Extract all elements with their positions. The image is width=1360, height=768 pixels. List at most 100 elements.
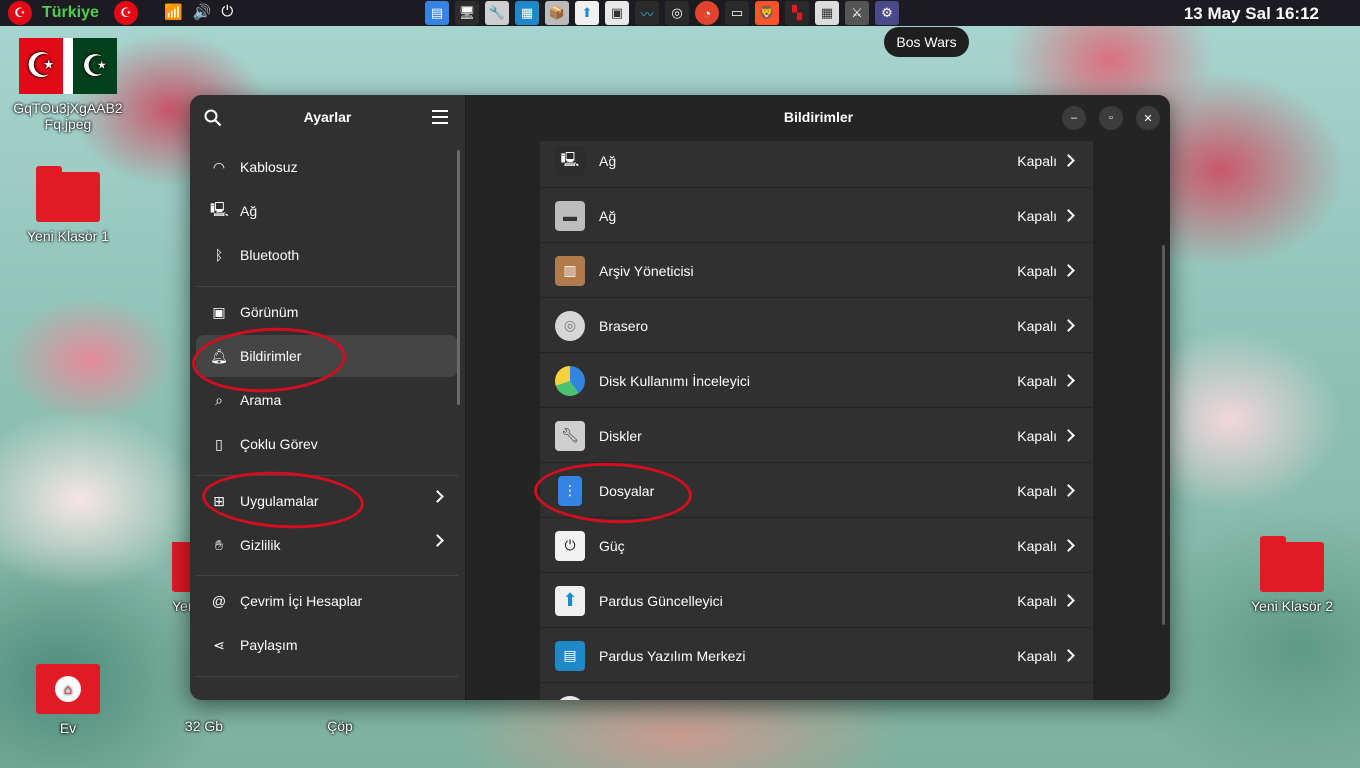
software-center-icon[interactable]: ▦ — [515, 1, 539, 25]
clock[interactable]: 13 May Sal 16:12 — [1184, 4, 1319, 24]
sidebar-item-label: Görünüm — [240, 304, 299, 320]
chevron-right-icon — [1062, 154, 1075, 167]
desktop-drive[interactable]: 32 Gb — [162, 700, 246, 734]
sidebar-item-gizlilik[interactable]: ✋︎ Gizlilik — [196, 524, 458, 566]
list-item[interactable]: ▤ Pardus Yazılım Merkezi Kapalı — [540, 629, 1093, 683]
desktop-item-label: Yeni Klasör 1 — [27, 228, 109, 244]
software-center-icon: ▤ — [555, 640, 585, 671]
share-icon: ⋖ — [213, 636, 225, 653]
desktop-item-label: GqTOu3jXgAAB2 Fq.jpeg — [13, 100, 123, 132]
files-app-icon[interactable]: ▤ — [425, 1, 449, 25]
sidebar-item-label: Paylaşım — [240, 637, 298, 653]
sidebar-item-paylasim[interactable]: ⋖ Paylaşım — [196, 624, 458, 666]
sidebar-item-coklu-gorev[interactable]: ▯ Çoklu Görev — [196, 423, 458, 465]
sidebar-divider — [196, 676, 458, 677]
hand-icon: ✋︎ — [215, 536, 223, 553]
list-item[interactable]: ⬆ Pardus Güncelleyici Kapalı — [540, 574, 1093, 628]
desktop-item-label: Çöp — [327, 718, 353, 734]
sidebar-header: Ayarlar — [190, 95, 465, 141]
sidebar-scrollbar[interactable] — [457, 150, 460, 405]
bos-wars-icon[interactable]: ⚔ — [845, 1, 869, 25]
desktop-file-jpeg[interactable]: ☪ ☪ GqTOu3jXgAAB2 Fq.jpeg — [8, 38, 128, 132]
main-header: Bildirimler ‒ ▫ ✕ — [466, 95, 1170, 141]
sidebar-item-label: Çoklu Görev — [240, 436, 318, 452]
chevron-right-icon — [1062, 484, 1075, 497]
maximize-button[interactable]: ▫ — [1099, 106, 1123, 130]
wifi-icon: ◠ — [212, 158, 226, 175]
at-icon: @ — [211, 593, 227, 609]
image-thumbnail: ☪ ☪ — [19, 38, 117, 94]
brave-browser-icon[interactable]: 🦁 — [755, 1, 779, 25]
updater-icon[interactable]: ⬆ — [575, 1, 599, 25]
chevron-right-icon — [1062, 649, 1075, 662]
home-folder-icon: ⌂ — [36, 664, 100, 714]
desktop-trash[interactable]: Çöp — [305, 700, 375, 734]
network-app-icon: ▬ — [555, 200, 585, 231]
app-launcher-bar: ▤ 🖥 🔧 ▦ 📦 ⬆ ▣ 〰 ◎ ◔ ▭ 🦁 ▚ ▦ ⚔ ⚙ — [425, 0, 899, 26]
top-panel: ☪ Türkiye ☪ 📶 🔊 ⏻ ▤ 🖥 🔧 ▦ 📦 ⬆ ▣ 〰 ◎ ◔ ▭ … — [0, 0, 1360, 26]
sidebar-item-gorunum[interactable]: ▣ Görünüm — [196, 291, 458, 333]
close-button[interactable]: ✕ — [1136, 106, 1160, 130]
archive-manager-icon: ▥ — [555, 255, 585, 286]
disks-icon: 🔧︎ — [555, 420, 585, 451]
system-tray[interactable]: 📶 🔊 ⏻ — [164, 3, 233, 21]
appearance-icon: ▣ — [212, 303, 226, 320]
gear-icon[interactable]: ⚙ — [875, 1, 899, 25]
power-plug-icon: ⏻ — [555, 530, 585, 561]
desktop-home[interactable]: ⌂ Ev — [18, 664, 118, 736]
folder-icon — [36, 166, 100, 222]
sidebar-item-cevrimici-hesaplar[interactable]: @ Çevrim İçi Hesaplar — [196, 580, 458, 622]
folder-icon — [172, 542, 192, 592]
list-item[interactable]: Disk Kullanımı İnceleyici Kapalı — [540, 354, 1093, 408]
list-item[interactable] — [540, 684, 1093, 700]
sidebar-item-ag[interactable]: 🖳 Ağ — [196, 190, 458, 232]
panel-title[interactable]: Türkiye — [42, 4, 99, 22]
settings-app-icon[interactable]: ▣ — [605, 1, 629, 25]
volume-icon[interactable]: 🔊 — [193, 3, 212, 21]
desktop-folder-partial[interactable]: Yen — [172, 542, 192, 614]
desktop-item-label: Yen — [172, 598, 192, 614]
sidebar-item-kablosuz[interactable]: ◠ Kablosuz — [196, 146, 458, 188]
desktop-folder-1[interactable]: Yeni Klasör 1 — [18, 166, 118, 244]
list-item[interactable]: 🔧︎ Diskler Kapalı — [540, 409, 1093, 463]
disks-app-icon[interactable]: 🔧 — [485, 1, 509, 25]
main-scrollbar[interactable] — [1162, 245, 1165, 625]
list-item[interactable]: ▥ Arşiv Yöneticisi Kapalı — [540, 244, 1093, 298]
minimize-button[interactable]: ‒ — [1062, 106, 1086, 130]
turkish-flag-icon[interactable]: ☪ — [8, 1, 32, 25]
updater-icon: ⬆ — [555, 585, 585, 616]
chevron-right-icon — [1062, 209, 1075, 222]
turkish-flag-icon[interactable]: ☪ — [114, 1, 138, 25]
terminal-icon[interactable]: ▭ — [725, 1, 749, 25]
sidebar: Ayarlar ◠ Kablosuz 🖳 Ağ ᛒ Bluetooth ▣ Gö… — [190, 95, 465, 700]
sidebar-item-bluetooth[interactable]: ᛒ Bluetooth — [196, 234, 458, 276]
list-item[interactable]: 🖳 Ağ Kapalı — [540, 141, 1093, 188]
app-notifications-list: 🖳 Ağ Kapalı ▬ Ağ Kapalı ▥ Arşiv Yönetici… — [540, 141, 1093, 700]
chevron-right-icon — [1062, 319, 1075, 332]
system-monitor-icon[interactable]: 〰 — [635, 1, 659, 25]
folder-icon — [1260, 536, 1324, 592]
desktop-item-label: Ev — [59, 720, 77, 736]
search-icon: ⌕ — [215, 391, 223, 408]
sidebar-item-label: Gizlilik — [240, 537, 281, 553]
list-item[interactable]: ⏻ Güç Kapalı — [540, 519, 1093, 573]
bluetooth-icon: ᛒ — [214, 247, 224, 263]
wifi-icon[interactable]: 📶 — [164, 3, 183, 21]
app-icon — [555, 696, 585, 700]
desktop-folder-2[interactable]: Yeni Klasör 2 — [1242, 536, 1342, 614]
target-app-icon[interactable]: ◎ — [665, 1, 689, 25]
list-item[interactable]: ▬ Ağ Kapalı — [540, 189, 1093, 243]
game-icon[interactable]: ▚ — [785, 1, 809, 25]
desktop-item-label: Yeni Klasör 2 — [1251, 598, 1333, 614]
power-icon[interactable]: ⏻ — [221, 3, 233, 21]
package-icon[interactable]: 📦 — [545, 1, 569, 25]
list-item[interactable]: ◎ Brasero Kapalı — [540, 299, 1093, 353]
chevron-right-icon — [1062, 429, 1075, 442]
network-app-icon[interactable]: 🖥 — [455, 1, 479, 25]
settings-window: Ayarlar ◠ Kablosuz 🖳 Ağ ᛒ Bluetooth ▣ Gö… — [190, 95, 1170, 700]
calculator-icon[interactable]: ▦ — [815, 1, 839, 25]
ubuntu-like-icon[interactable]: ◔ — [695, 1, 719, 25]
chevron-right-icon — [1062, 374, 1075, 387]
hamburger-menu-icon[interactable] — [432, 110, 448, 124]
network-icon: 🖳 — [210, 201, 229, 217]
